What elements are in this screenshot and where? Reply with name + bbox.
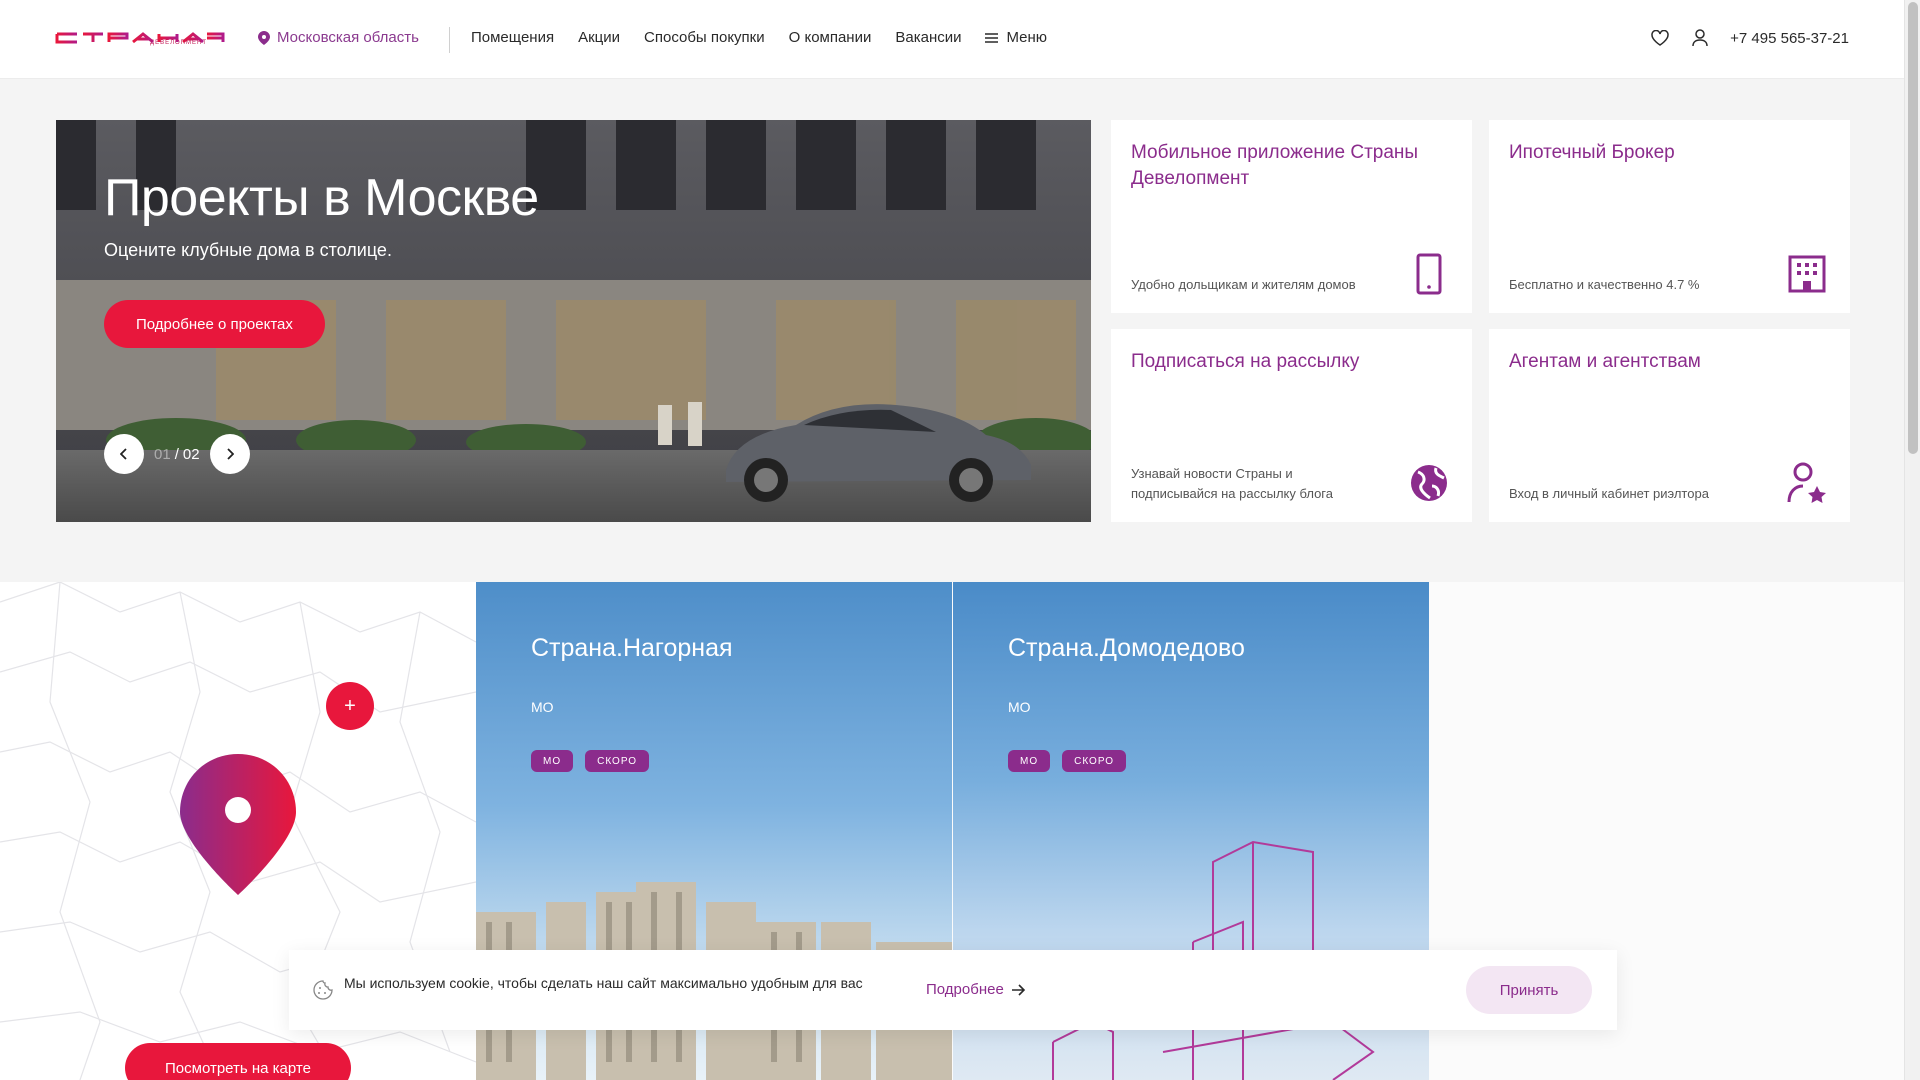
globe-icon xyxy=(1411,465,1447,501)
slider-prev-button[interactable] xyxy=(104,434,144,474)
card-title: Агентам и агентствам xyxy=(1509,351,1701,372)
project-region: МО xyxy=(1008,699,1031,715)
card-mobile-app[interactable]: Мобильное приложение Страны Девелопмент … xyxy=(1111,120,1472,313)
header-actions: +7 495 565-37-21 xyxy=(1650,28,1849,48)
slide-total: 02 xyxy=(182,445,200,463)
project-tags: МО СКОРО xyxy=(1008,750,1127,772)
view-on-map-button[interactable]: Посмотреть на карте xyxy=(125,1043,351,1080)
agent-star-icon xyxy=(1787,462,1826,503)
slider-controls: 01 / 02 xyxy=(104,434,250,474)
slide-current: 01 xyxy=(154,445,171,463)
hero-slider: Проекты в Москве Оцените клубные дома в … xyxy=(56,120,1091,522)
page-scrollbar[interactable] xyxy=(1904,0,1920,1080)
logo-subtitle: ДЕВЕЛОПМЕНТ xyxy=(150,40,207,46)
heart-icon xyxy=(1651,30,1669,46)
nav-item-premises[interactable]: Помещения xyxy=(471,29,554,46)
menu-button[interactable]: Меню xyxy=(985,29,1047,46)
card-description: Узнавай новости Страны и подписывайся на… xyxy=(1131,466,1333,501)
nav-item-promotions[interactable]: Акции xyxy=(578,29,620,46)
nav-item-about[interactable]: О компании xyxy=(789,29,872,46)
location-pin-icon xyxy=(258,30,270,45)
site-header: ДЕВЕЛОПМЕНТ Московская область Помещения… xyxy=(0,0,1904,79)
region-selector[interactable]: Московская область xyxy=(258,29,419,46)
hero-more-button[interactable]: Подробнее о проектах xyxy=(104,300,325,348)
slider-next-button[interactable] xyxy=(209,434,250,474)
card-subscribe[interactable]: Подписаться на рассылку Узнавай новости … xyxy=(1111,329,1472,522)
region-label: Московская область xyxy=(277,29,419,46)
arrow-right-icon xyxy=(1011,983,1025,996)
card-mortgage-broker[interactable]: Ипотечный Брокер Бесплатно и качественно… xyxy=(1489,120,1850,313)
slide-counter: 01 / 02 xyxy=(154,446,200,463)
user-icon xyxy=(1692,29,1708,47)
scrollbar-thumb[interactable] xyxy=(1908,2,1918,454)
cookie-banner: Мы используем cookie, чтобы сделать наш … xyxy=(289,950,1617,1030)
chevron-right-icon xyxy=(226,448,234,460)
tag-region: МО xyxy=(1008,750,1051,772)
tag-status: СКОРО xyxy=(585,750,650,772)
favorites-button[interactable] xyxy=(1650,28,1670,48)
card-description: Бесплатно и качественно 4.7 % xyxy=(1509,277,1700,292)
account-button[interactable] xyxy=(1690,28,1710,48)
project-region: МО xyxy=(531,699,554,715)
nav-item-purchase-methods[interactable]: Способы покупки xyxy=(644,29,765,46)
tag-status: СКОРО xyxy=(1062,750,1127,772)
card-description: Удобно дольщикам и жителям домов xyxy=(1131,277,1356,292)
project-title: Страна.Нагорная xyxy=(531,634,733,662)
cookie-icon xyxy=(313,980,333,1000)
phone-icon xyxy=(1416,253,1442,295)
card-title: Мобильное приложение Страны Девелопмент xyxy=(1131,142,1419,189)
menu-label: Меню xyxy=(1006,29,1048,46)
hero-subtitle: Оцените клубные дома в столице. xyxy=(104,240,392,260)
cookie-message: Мы используем cookie, чтобы сделать наш … xyxy=(344,975,863,991)
header-divider xyxy=(449,27,450,53)
project-title: Страна.Домодедово xyxy=(1008,634,1245,662)
card-agents[interactable]: Агентам и агентствам Вход в личный кабин… xyxy=(1489,329,1850,522)
tag-region: МО xyxy=(531,750,574,772)
cookie-more-label: Подробнее xyxy=(926,981,1004,998)
cookie-accept-button[interactable]: Принять xyxy=(1466,966,1592,1014)
hamburger-icon xyxy=(985,32,999,43)
project-tags: МО СКОРО xyxy=(531,750,650,772)
nav-item-vacancies[interactable]: Вакансии xyxy=(895,29,961,46)
hero-title: Проекты в Москве xyxy=(104,169,539,227)
brand-logo[interactable] xyxy=(55,28,225,50)
phone-link[interactable]: +7 495 565-37-21 xyxy=(1730,30,1849,47)
card-description: Вход в личный кабинет риэлтора xyxy=(1509,486,1709,501)
card-title: Ипотечный Брокер xyxy=(1509,142,1675,163)
map-zoom-in-button[interactable]: + xyxy=(326,682,374,730)
building-icon xyxy=(1788,255,1826,293)
chevron-left-icon xyxy=(120,448,127,460)
slide-separator: / xyxy=(174,445,179,463)
main-nav: Помещения Акции Способы покупки О компан… xyxy=(471,29,1047,46)
card-title: Подписаться на рассылку xyxy=(1131,351,1360,372)
cookie-more-link[interactable]: Подробнее xyxy=(926,981,1026,998)
map-pin-icon xyxy=(180,754,296,895)
